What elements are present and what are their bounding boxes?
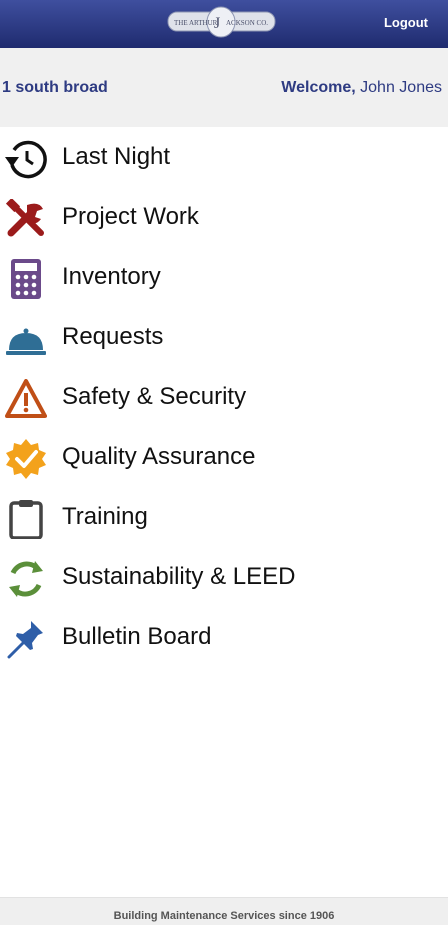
- menu-label: Last Night: [62, 143, 171, 170]
- recycle-icon: [5, 559, 47, 599]
- warning-triangle-icon: [5, 379, 47, 419]
- user-info-bar: 1 south broad Welcome, John Jones: [0, 48, 448, 127]
- tools-icon: [5, 199, 47, 239]
- company-logo-graphic: THE ARTHUR J ACKSON CO.: [167, 6, 276, 38]
- company-logo[interactable]: THE ARTHUR J ACKSON CO.: [166, 6, 277, 39]
- clipboard-icon: [5, 499, 47, 539]
- top-navigation-bar: THE ARTHUR J ACKSON CO. Logout: [0, 0, 448, 48]
- welcome-label: Welcome,: [281, 79, 356, 96]
- menu-item-quality-assurance[interactable]: Quality Assurance: [0, 428, 448, 488]
- menu-label: Safety & Security: [62, 383, 247, 410]
- user-name: John Jones: [360, 79, 442, 96]
- svg-text:ACKSON CO.: ACKSON CO.: [226, 19, 268, 27]
- service-bell-icon: [5, 319, 47, 359]
- menu-item-training[interactable]: Training: [0, 488, 448, 548]
- check-badge-icon: [5, 439, 47, 479]
- footer-tagline: Building Maintenance Services since 1906: [113, 910, 335, 922]
- main-menu: Last Night Project Work Inventory Reques…: [0, 128, 448, 668]
- menu-item-project-work[interactable]: Project Work: [0, 188, 448, 248]
- menu-item-sustainability-leed[interactable]: Sustainability & LEED: [0, 548, 448, 608]
- svg-text:THE ARTHUR: THE ARTHUR: [174, 19, 218, 27]
- location-name[interactable]: 1 south broad: [2, 79, 108, 97]
- menu-item-safety-security[interactable]: Safety & Security: [0, 368, 448, 428]
- menu-label: Sustainability & LEED: [62, 563, 296, 590]
- menu-label: Project Work: [62, 203, 199, 230]
- menu-item-last-night[interactable]: Last Night: [0, 128, 448, 188]
- footer: Building Maintenance Services since 1906: [0, 897, 448, 925]
- menu-item-bulletin-board[interactable]: Bulletin Board: [0, 608, 448, 668]
- svg-text:J: J: [214, 15, 220, 32]
- welcome-message: Welcome, John Jones: [281, 79, 442, 97]
- logout-link[interactable]: Logout: [384, 15, 428, 30]
- history-clock-icon: [5, 139, 47, 179]
- menu-label: Requests: [62, 323, 164, 350]
- menu-label: Inventory: [62, 263, 161, 290]
- calculator-icon: [5, 259, 47, 299]
- menu-label: Quality Assurance: [62, 443, 256, 470]
- menu-item-requests[interactable]: Requests: [0, 308, 448, 368]
- menu-item-inventory[interactable]: Inventory: [0, 248, 448, 308]
- pushpin-icon: [5, 619, 47, 659]
- menu-label: Training: [62, 503, 148, 530]
- menu-label: Bulletin Board: [62, 623, 212, 650]
